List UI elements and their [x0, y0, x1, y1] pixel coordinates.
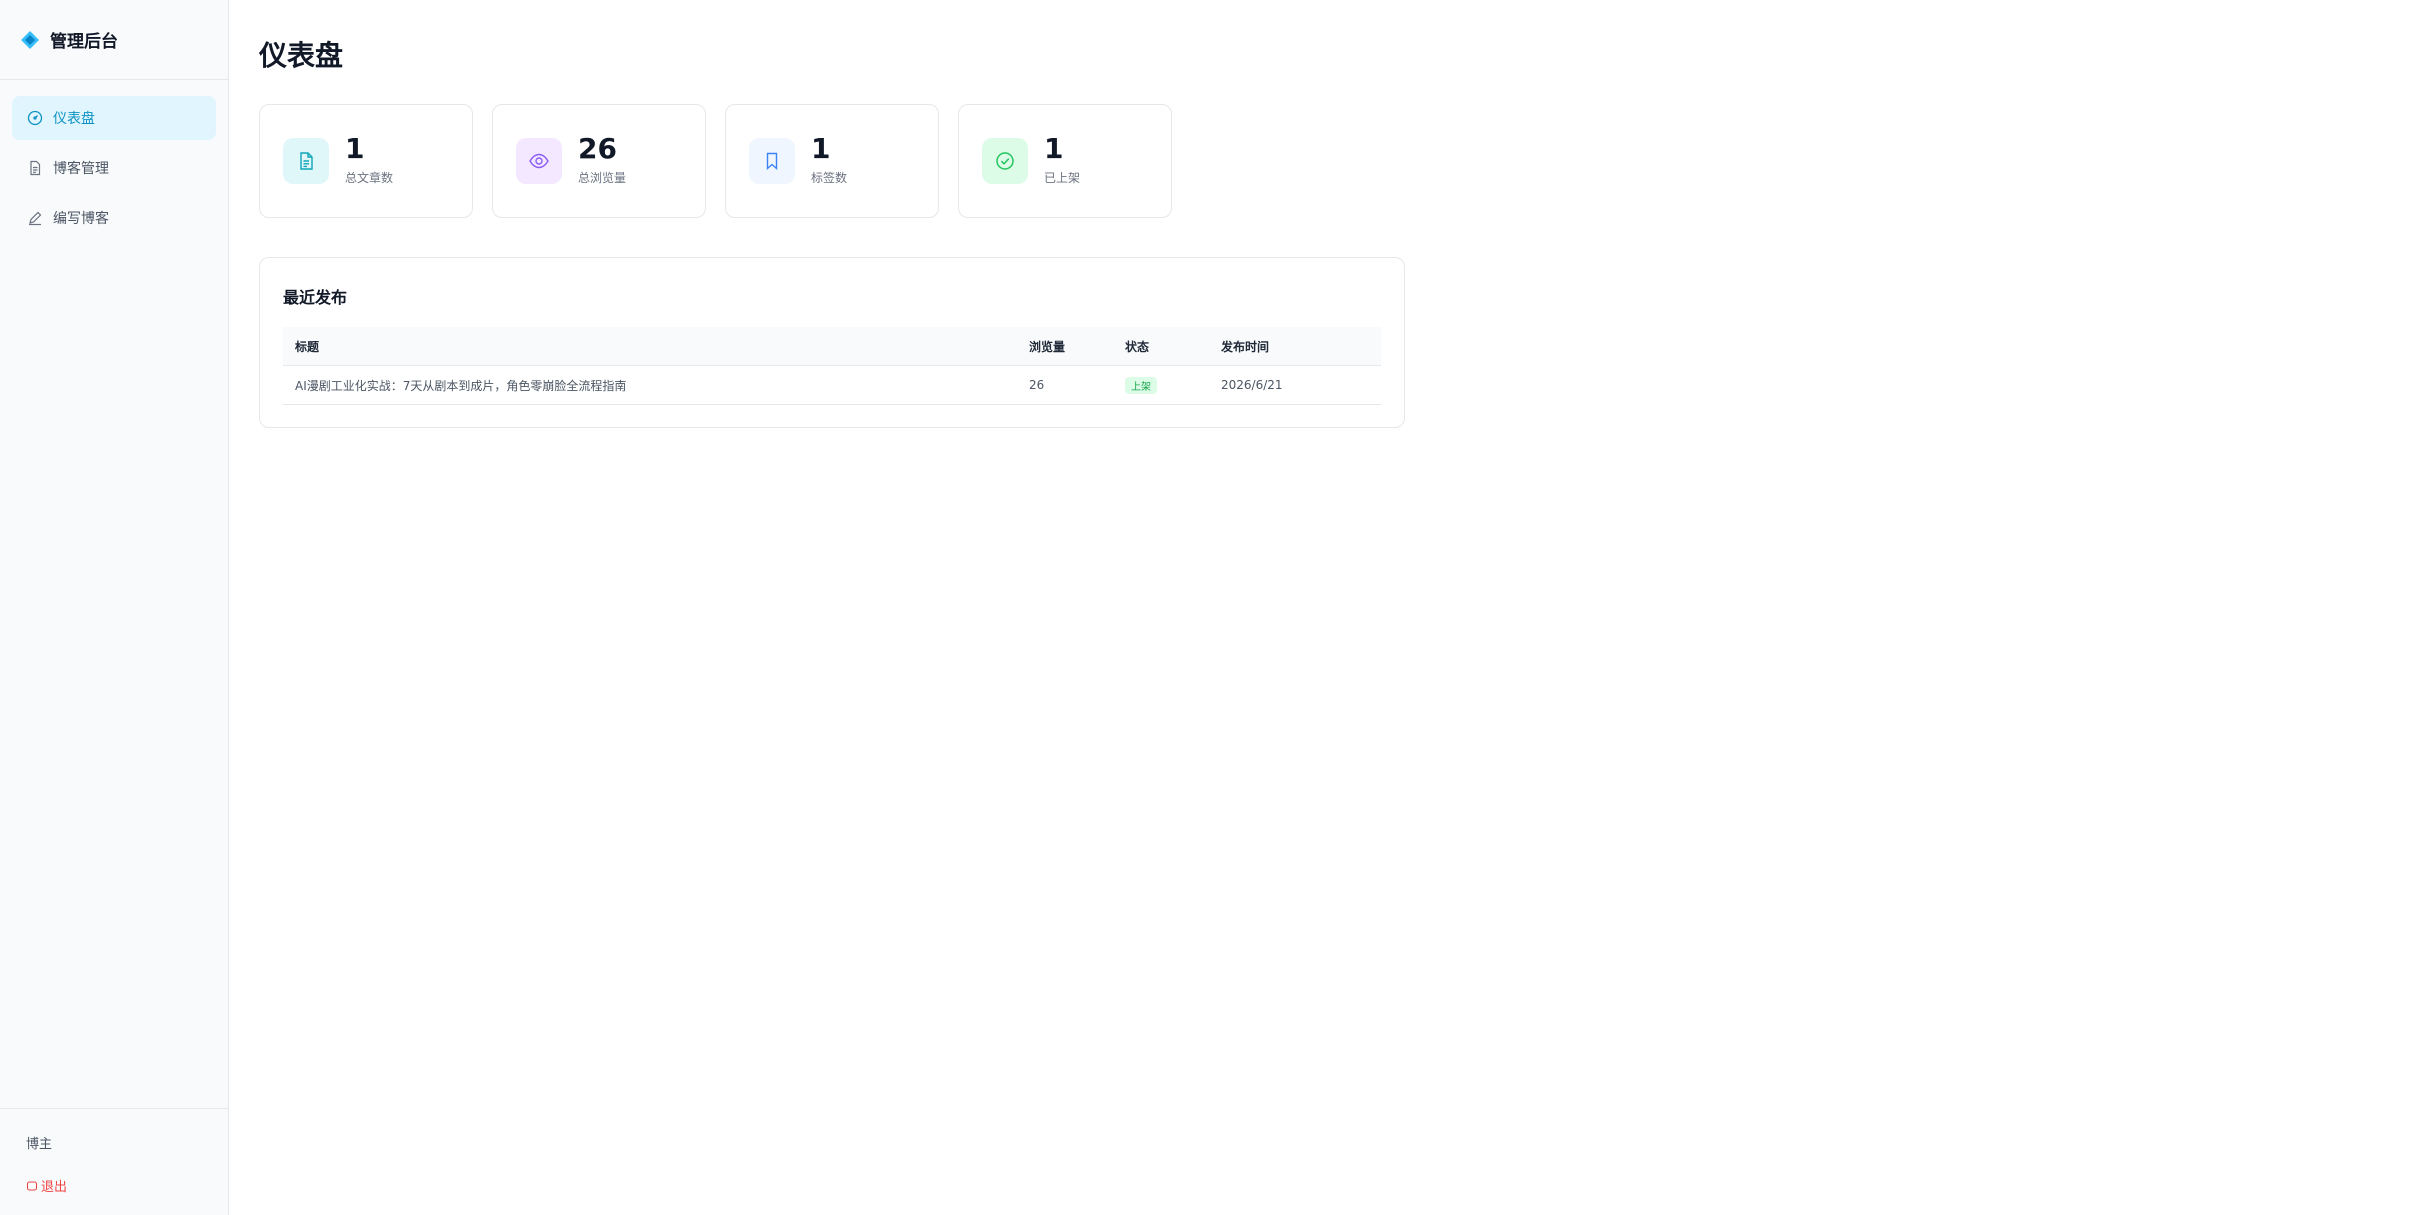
- stat-card-total-posts: 1 总文章数: [259, 104, 473, 218]
- check-circle-icon: [982, 138, 1028, 184]
- recent-posts-table: 标题 浏览量 状态 发布时间 AI漫剧工业化实战：7天从剧本到成片，角色零崩脸全…: [283, 327, 1381, 405]
- bookmark-icon: [749, 138, 795, 184]
- stats-row: 1 总文章数 26 总浏览量 1 标签数 1 已上架: [259, 104, 1191, 218]
- table-row[interactable]: AI漫剧工业化实战：7天从剧本到成片，角色零崩脸全流程指南 26 上架 2026…: [283, 365, 1381, 405]
- panel-title: 最近发布: [283, 288, 348, 307]
- brand: 管理后台: [0, 0, 228, 80]
- sidebar-item-label: 编写博客: [53, 211, 109, 227]
- column-header-status: 状态: [1113, 327, 1209, 366]
- stat-value: 1: [1044, 131, 1064, 165]
- stat-label: 总浏览量: [578, 170, 627, 185]
- stat-value: 1: [811, 131, 831, 165]
- stat-card-tags: 1 标签数: [725, 104, 939, 218]
- post-date: 2026/6/21: [1209, 365, 1381, 405]
- diamond-logo-icon: [20, 30, 40, 50]
- user-name: 博主: [26, 1137, 53, 1152]
- sidebar-item-dashboard[interactable]: 仪表盘: [12, 96, 216, 140]
- dashboard-gauge-icon: [27, 110, 43, 126]
- stat-card-total-views: 26 总浏览量: [492, 104, 706, 218]
- stat-label: 标签数: [811, 170, 848, 185]
- column-header-views: 浏览量: [1017, 327, 1113, 366]
- sidebar-footer: 博主 退出: [0, 1108, 228, 1215]
- post-title[interactable]: AI漫剧工业化实战：7天从剧本到成片，角色零崩脸全流程指南: [283, 365, 1017, 405]
- table-header-row: 标题 浏览量 状态 发布时间: [283, 327, 1381, 366]
- post-status-cell: 上架: [1113, 365, 1209, 405]
- status-badge: 上架: [1125, 376, 1157, 394]
- stat-label: 已上架: [1044, 170, 1081, 185]
- recent-posts-panel: 最近发布 标题 浏览量 状态 发布时间 AI漫剧工业化实战：7天从剧本到成片，角…: [259, 257, 1405, 428]
- logout-icon: [26, 1180, 38, 1192]
- page-title: 仪表盘: [259, 39, 344, 72]
- stat-value: 1: [345, 131, 365, 165]
- stat-card-published: 1 已上架: [958, 104, 1172, 218]
- stat-label: 总文章数: [345, 170, 394, 185]
- pen-icon: [27, 210, 43, 226]
- document-icon: [283, 138, 329, 184]
- column-header-date: 发布时间: [1209, 327, 1381, 366]
- logout-label: 退出: [41, 1180, 68, 1195]
- sidebar-nav: 仪表盘 博客管理 编写博客: [0, 80, 228, 240]
- post-views: 26: [1017, 365, 1113, 405]
- document-icon: [27, 160, 43, 176]
- main-content: 仪表盘 1 总文章数 26 总浏览量 1 标签数 1 已上架 最近发布 标题 浏…: [229, 0, 2434, 1215]
- sidebar-item-label: 仪表盘: [53, 111, 95, 127]
- sidebar-item-write-blog[interactable]: 编写博客: [12, 196, 216, 240]
- app-title: 管理后台: [50, 32, 118, 52]
- sidebar-item-label: 博客管理: [53, 161, 109, 177]
- column-header-title: 标题: [283, 327, 1017, 366]
- sidebar-item-blog-management[interactable]: 博客管理: [12, 146, 216, 190]
- eye-icon: [516, 138, 562, 184]
- stat-value: 26: [578, 131, 617, 165]
- app-root: 管理后台 仪表盘 博客管理 编写博客 博主 退出 仪表盘 1 总文章数 26 总…: [0, 0, 2434, 1215]
- sidebar: 管理后台 仪表盘 博客管理 编写博客 博主 退出: [0, 0, 229, 1215]
- logout-button[interactable]: 退出: [26, 1176, 228, 1195]
